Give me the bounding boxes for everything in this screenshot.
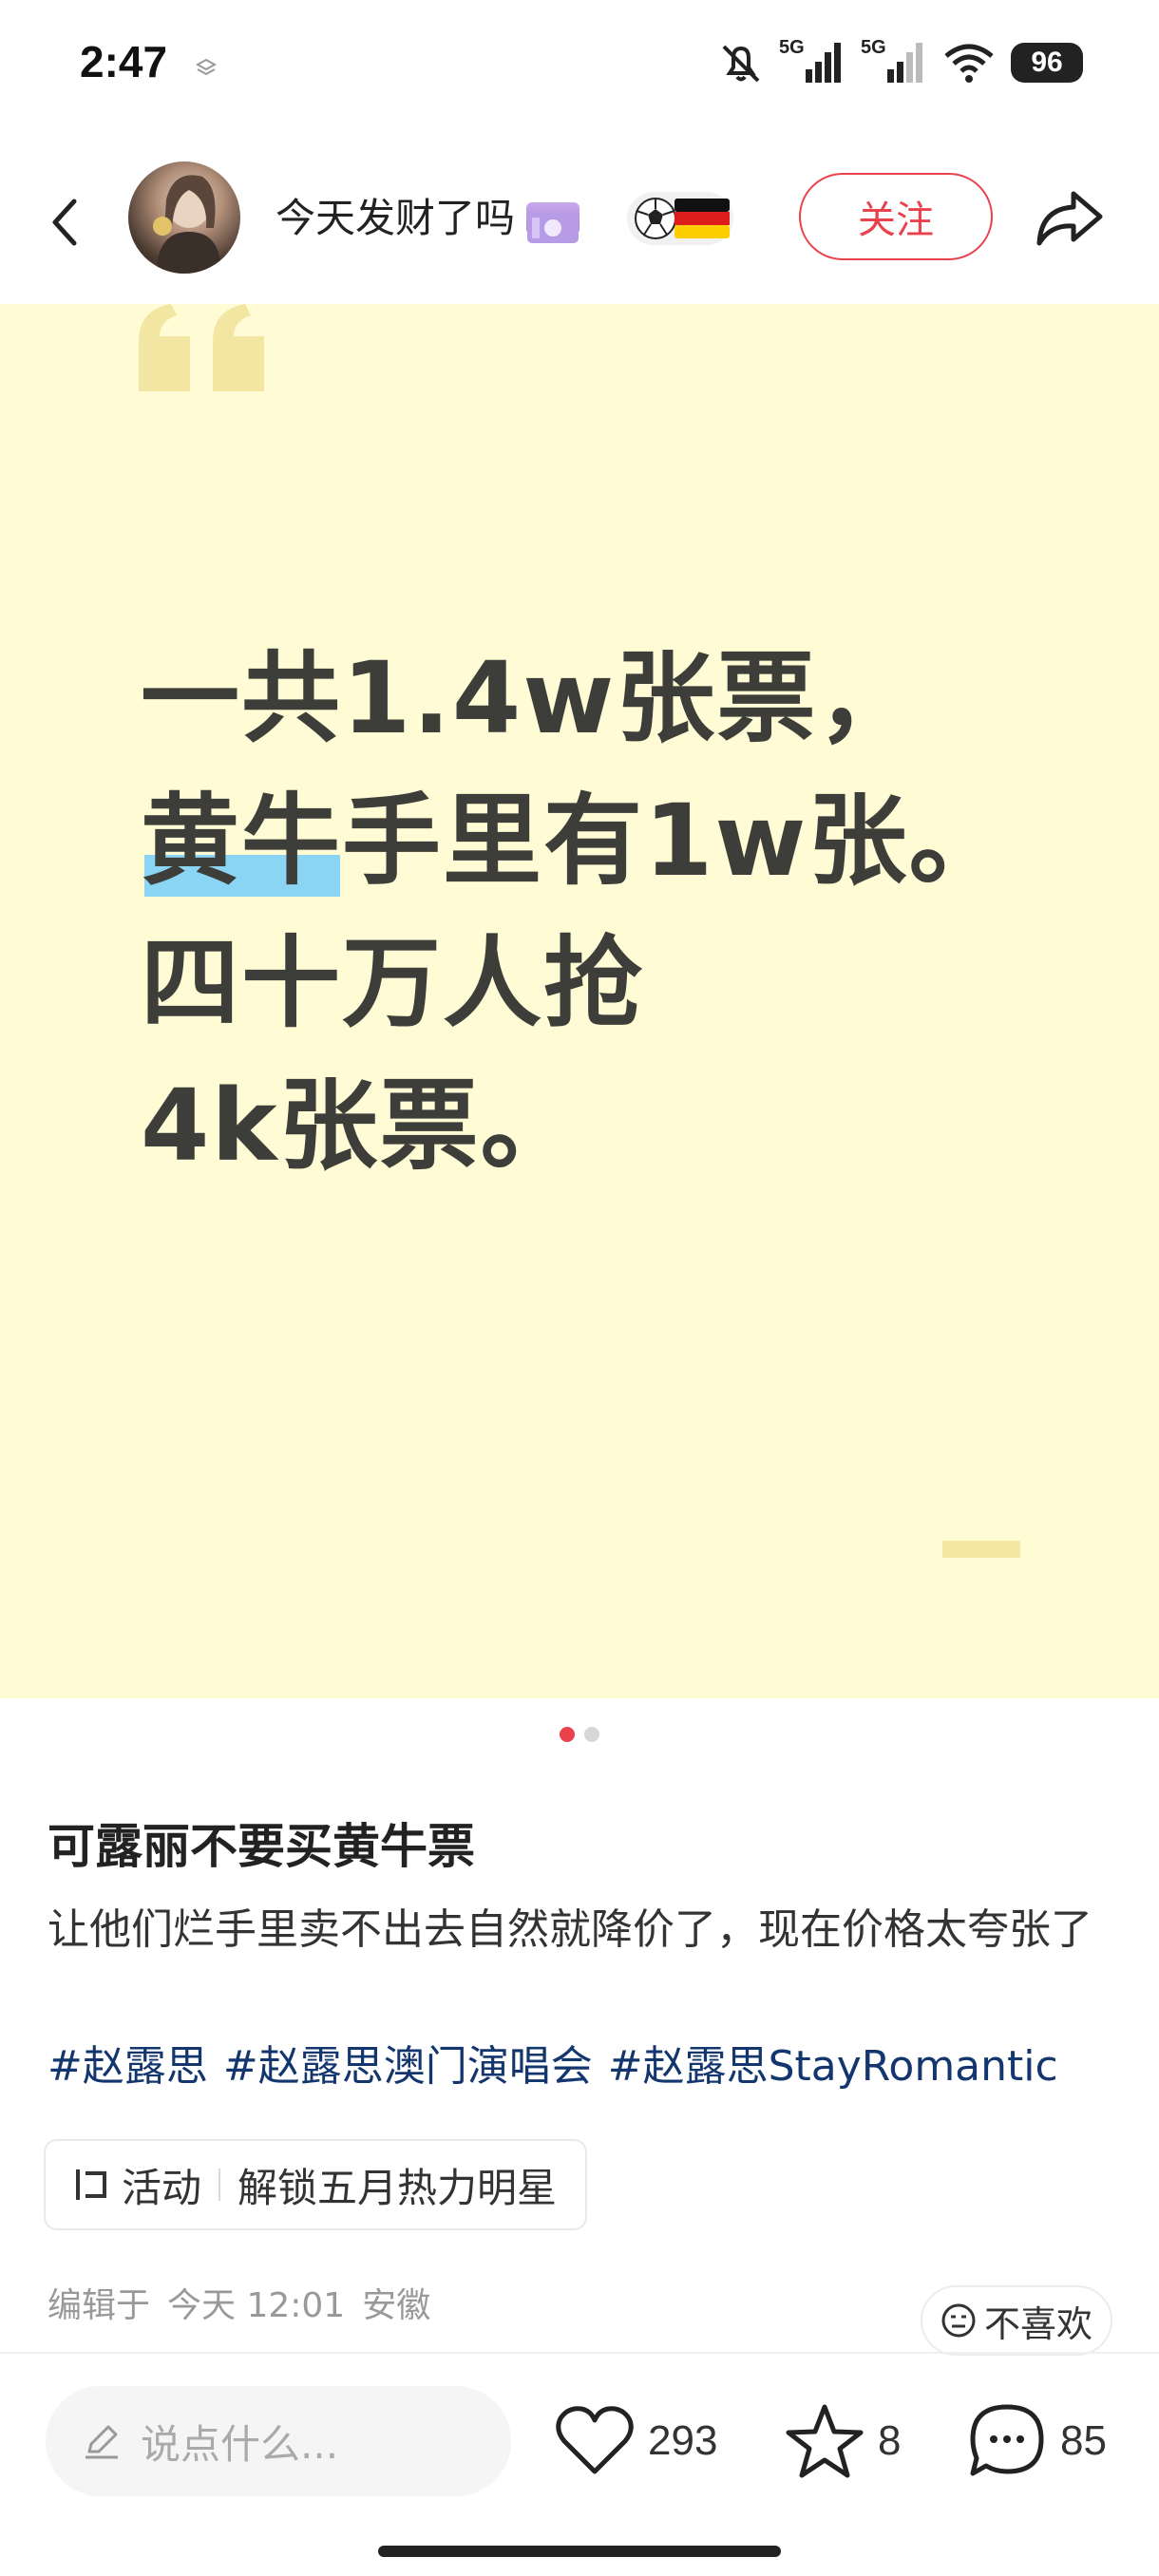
status-bar: 2:47 5G 5G 96	[0, 0, 1159, 133]
hashtag-link[interactable]: #赵露思澳门演唱会	[223, 2042, 593, 2091]
carousel-pagination	[0, 1727, 1159, 1742]
home-indicator[interactable]	[378, 2546, 781, 2557]
comment-count: 85	[1060, 2417, 1107, 2464]
activity-flag-icon	[76, 2169, 106, 2200]
quote-line: 一共1.4w张票，	[141, 627, 1009, 769]
location: 安徽	[362, 2286, 431, 2325]
like-action[interactable]: 293	[555, 2396, 717, 2487]
quote-line-text: 4k张票。	[141, 1068, 581, 1184]
like-count: 293	[648, 2417, 718, 2464]
favorite-count: 8	[878, 2417, 902, 2464]
pagination-dot	[584, 1727, 599, 1742]
edited-prefix: 编辑于	[48, 2286, 151, 2325]
activity-label: 活动	[122, 2164, 202, 2211]
dislike-label: 不喜欢	[983, 2302, 1092, 2345]
decorative-dash	[942, 1541, 1020, 1558]
favorite-action[interactable]: 8	[785, 2396, 901, 2487]
pencil-icon	[86, 2425, 118, 2459]
activity-chip[interactable]: 活动 解锁五月热力明星	[44, 2139, 588, 2230]
signal-5g-1: 5G	[779, 37, 846, 85]
hashtag-list: #赵露思 #赵露思澳门演唱会 #赵露思StayRomantic	[48, 2033, 1130, 2101]
quote-text: 一共1.4w张票， 黄牛手里有1w张。 四十万人抢 4k张票。	[141, 627, 1009, 1197]
neutral-face-icon	[941, 2303, 976, 2338]
author-avatar[interactable]	[128, 161, 240, 274]
bottom-divider	[0, 2352, 1159, 2354]
signal-5g-2: 5G	[861, 37, 927, 85]
soccer-ball-icon	[635, 198, 676, 239]
app-notification-icon	[195, 58, 218, 76]
hashtag-link[interactable]: #赵露思StayRomantic	[608, 2042, 1058, 2091]
status-time: 2:47	[80, 37, 168, 86]
quote-line-text: 黄牛手里有1w张。	[141, 783, 1010, 899]
note-title: 可露丽不要买黄牛票	[48, 1819, 475, 1874]
quote-line: 4k张票。	[141, 1054, 1009, 1197]
note-description: 让他们烂手里卖不出去自然就降价了，现在价格太夸张了	[48, 1905, 1092, 1954]
note-meta: 编辑于 今天 12:01 安徽	[48, 2278, 447, 2327]
status-indicators: 5G 5G 96	[718, 37, 1083, 85]
quote-mark-icon	[139, 304, 264, 391]
pagination-dot-active	[560, 1727, 575, 1742]
activity-text: 解锁五月热力明星	[238, 2164, 558, 2211]
signal-bars-icon	[806, 43, 841, 83]
dislike-button[interactable]: 不喜欢	[921, 2285, 1112, 2356]
banknote-icon	[527, 213, 580, 243]
author-name[interactable]: 今天发财了吗	[276, 190, 580, 247]
battery-indicator: 96	[1011, 43, 1083, 83]
star-icon	[786, 2404, 864, 2478]
hashtag-link[interactable]: #赵露思	[48, 2042, 208, 2091]
quote-line-text: 四十万人抢	[141, 925, 645, 1041]
comment-action[interactable]: 85	[967, 2396, 1107, 2487]
quote-line: 黄牛手里有1w张。	[141, 769, 1009, 912]
follow-button[interactable]: 关注	[799, 173, 993, 260]
author-name-text: 今天发财了吗	[276, 195, 516, 241]
comment-bubble-icon	[970, 2404, 1044, 2476]
author-badges	[627, 192, 733, 245]
edited-time: 今天 12:01	[167, 2286, 346, 2325]
chip-divider	[218, 2169, 221, 2201]
mute-bell-icon	[722, 45, 760, 83]
signal-bars-icon	[887, 43, 922, 83]
back-arrow-icon[interactable]	[38, 188, 91, 256]
quote-line-text: 一共1.4w张票，	[141, 640, 919, 756]
avatar-photo	[153, 175, 221, 274]
note-header: 今天发财了吗 关注	[0, 133, 1159, 306]
heart-icon	[556, 2406, 634, 2474]
comment-input[interactable]: 说点什么...	[46, 2386, 511, 2496]
germany-flag-icon	[674, 199, 730, 238]
note-image-carousel[interactable]: 一共1.4w张票， 黄牛手里有1w张。 四十万人抢 4k张票。	[0, 304, 1159, 1698]
money-emoji-icon	[526, 202, 580, 243]
comment-placeholder: 说点什么...	[141, 2420, 339, 2468]
wifi-icon	[944, 44, 994, 83]
quote-line: 四十万人抢	[141, 912, 1009, 1054]
share-icon[interactable]	[1032, 180, 1108, 256]
